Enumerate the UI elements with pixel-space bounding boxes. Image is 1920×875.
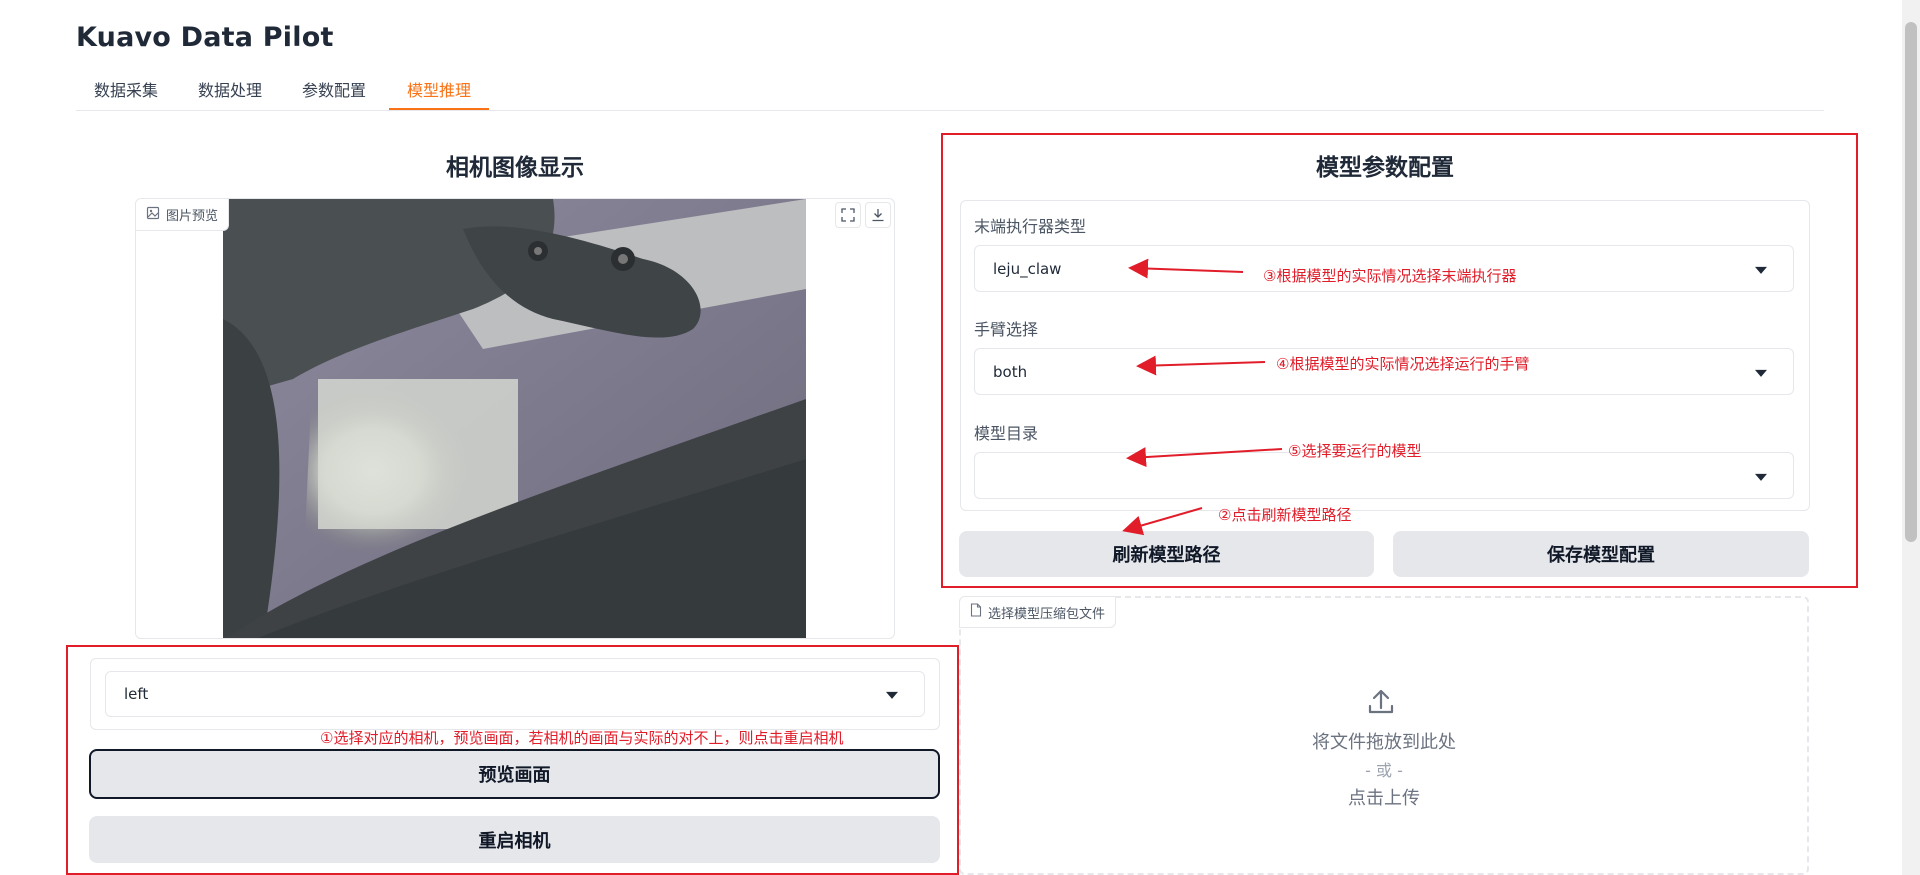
page-scrollbar[interactable] xyxy=(1902,0,1920,875)
annotation-step4: ④根据模型的实际情况选择运行的手臂 xyxy=(1276,355,1530,373)
annotation-step1: ①选择对应的相机，预览画面，若相机的画面与实际的对不上，则点击重启相机 xyxy=(320,729,844,747)
image-preview-label-text: 图片预览 xyxy=(166,209,219,224)
annotation-step5: ⑤选择要运行的模型 xyxy=(1288,442,1422,460)
end-effector-label: 末端执行器类型 xyxy=(974,217,1087,236)
tab-bar: 数据采集 数据处理 参数配置 模型推理 xyxy=(76,72,1824,111)
tab-parameter-config[interactable]: 参数配置 xyxy=(284,78,384,110)
file-icon xyxy=(970,603,982,621)
tab-data-collection[interactable]: 数据采集 xyxy=(76,78,176,110)
arm-select-value: both xyxy=(993,362,1028,381)
image-preview-panel: 图片预览 xyxy=(135,198,895,639)
image-toolbar xyxy=(832,199,894,231)
camera-section-title: 相机图像显示 xyxy=(446,155,584,181)
chevron-down-icon xyxy=(1755,369,1767,377)
save-model-config-button[interactable]: 保存模型配置 xyxy=(1393,531,1809,577)
upload-or-text: - 或 - xyxy=(1365,761,1403,780)
scrollbar-thumb[interactable] xyxy=(1905,22,1917,542)
fullscreen-icon[interactable] xyxy=(835,202,861,228)
refresh-model-path-button[interactable]: 刷新模型路径 xyxy=(959,531,1374,577)
tab-data-processing[interactable]: 数据处理 xyxy=(180,78,280,110)
model-section-title: 模型参数配置 xyxy=(1316,155,1454,181)
model-dir-label: 模型目录 xyxy=(974,424,1039,443)
arm-select-label: 手臂选择 xyxy=(974,320,1039,339)
end-effector-value: leju_claw xyxy=(993,259,1062,278)
annotation-step2: ②点击刷新模型路径 xyxy=(1218,506,1352,524)
upload-click-text[interactable]: 点击上传 xyxy=(959,784,1809,810)
chevron-down-icon xyxy=(1755,473,1767,481)
restart-camera-button[interactable]: 重启相机 xyxy=(89,816,940,863)
tab-model-inference[interactable]: 模型推理 xyxy=(389,78,490,110)
chevron-down-icon xyxy=(886,691,898,699)
image-icon xyxy=(146,206,160,224)
upload-drop-text: 将文件拖放到此处 xyxy=(1312,732,1456,753)
camera-select[interactable]: left xyxy=(105,671,925,717)
app-title: Kuavo Data Pilot xyxy=(76,22,334,53)
annotation-step3: ③根据模型的实际情况选择末端执行器 xyxy=(1263,267,1517,285)
upload-icon[interactable] xyxy=(1366,686,1396,720)
image-preview-label: 图片预览 xyxy=(136,199,230,231)
upload-label-text: 选择模型压缩包文件 xyxy=(988,606,1106,622)
upload-label: 选择模型压缩包文件 xyxy=(959,596,1117,628)
download-icon[interactable] xyxy=(865,202,891,228)
chevron-down-icon xyxy=(1755,266,1767,274)
camera-image xyxy=(223,199,806,638)
preview-button[interactable]: 预览画面 xyxy=(89,749,940,799)
camera-select-value: left xyxy=(124,685,149,703)
